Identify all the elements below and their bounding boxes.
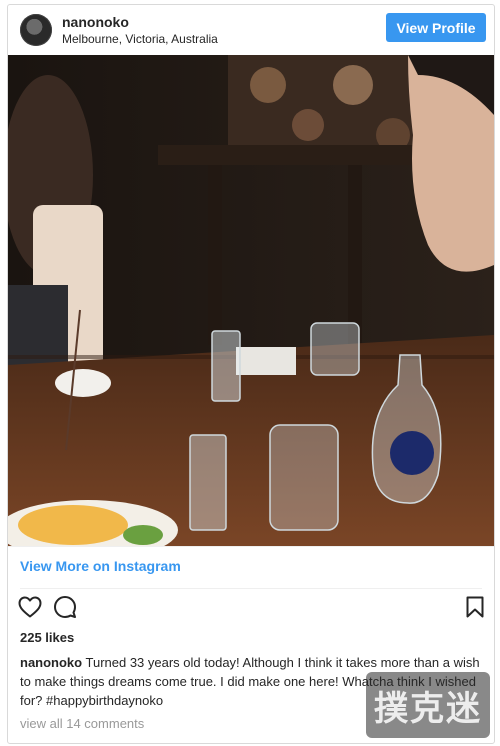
divider: [20, 588, 482, 589]
like-button[interactable]: [17, 594, 43, 620]
location[interactable]: Melbourne, Victoria, Australia: [62, 32, 218, 46]
watermark-logo: 撲克迷: [366, 672, 490, 738]
view-all-comments-link[interactable]: view all 14 comments: [20, 716, 144, 731]
heart-icon: [18, 596, 42, 618]
comment-icon: [54, 596, 76, 618]
caption-hashtag[interactable]: #happybirthdaynoko: [46, 693, 163, 708]
instagram-embed-card: nanonoko Melbourne, Victoria, Australia …: [7, 4, 495, 744]
post-photo[interactable]: [8, 55, 494, 546]
likes-count[interactable]: 225 likes: [20, 630, 74, 645]
comment-button[interactable]: [52, 594, 78, 620]
username[interactable]: nanonoko: [62, 14, 129, 30]
save-button[interactable]: [462, 594, 488, 620]
watermark-text: 撲克迷: [374, 688, 482, 729]
post-header: nanonoko Melbourne, Victoria, Australia …: [8, 5, 494, 55]
divider: [8, 546, 494, 547]
caption-username[interactable]: nanonoko: [20, 655, 82, 670]
view-profile-button[interactable]: View Profile: [386, 13, 486, 42]
post-photo-image: [8, 55, 494, 546]
avatar[interactable]: [20, 14, 52, 46]
bookmark-icon: [466, 596, 484, 618]
view-more-on-instagram-link[interactable]: View More on Instagram: [20, 558, 181, 574]
